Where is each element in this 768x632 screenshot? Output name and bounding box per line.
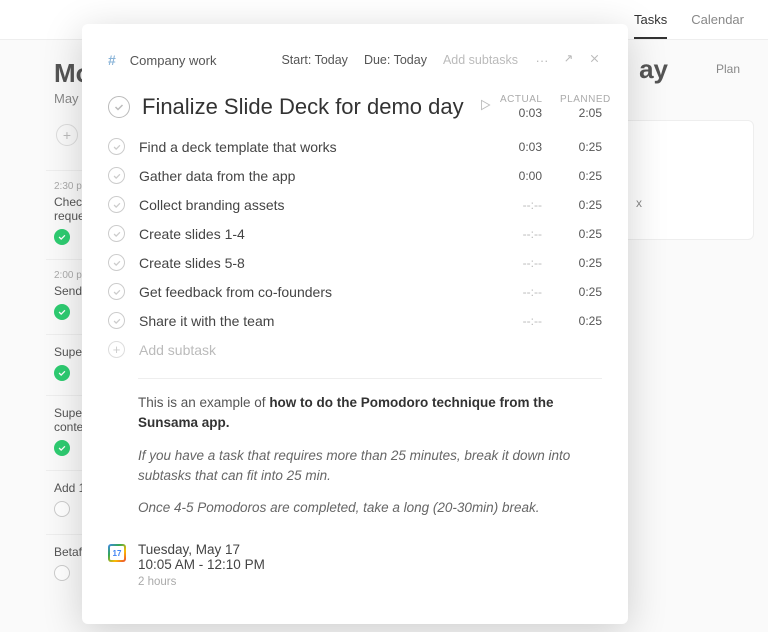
notes-line2: If you have a task that requires more th… [138,446,602,487]
nav-tasks[interactable]: Tasks [634,12,667,39]
subtask-planned: 0:25 [560,227,602,241]
hash-icon: # [108,52,116,68]
subtask-planned: 0:25 [560,314,602,328]
subtask-list: Find a deck template that works 0:03 0:2… [108,132,602,335]
subtask-planned: 0:25 [560,285,602,299]
subtask-actual: --:-- [500,285,542,299]
side-panel [619,120,754,240]
subtask-checkbox[interactable] [108,196,125,213]
bg-task-check[interactable] [54,440,70,456]
due-date[interactable]: Due: Today [364,53,427,67]
time-summary: ACTUAL 0:03 PLANNED 2:05 [500,94,602,120]
subtask-row[interactable]: Share it with the team --:-- 0:25 [108,306,602,335]
day-fragment: ay [639,54,668,85]
subtask-checkbox[interactable] [108,225,125,242]
title-row: Finalize Slide Deck for demo day ACTUAL … [108,94,602,120]
notes-line3: Once 4-5 Pomodoros are completed, take a… [138,498,602,518]
subtask-name: Gather data from the app [139,168,500,184]
subtask-name: Collect branding assets [139,197,500,213]
play-icon[interactable] [478,98,492,117]
subtask-planned: 0:25 [560,140,602,154]
actual-total: 0:03 [500,106,542,120]
subtask-name: Find a deck template that works [139,139,500,155]
planned-label: PLANNED [560,94,602,105]
subtask-actual: --:-- [500,314,542,328]
add-subtask-label: Add subtask [139,342,216,358]
subtask-planned: 0:25 [560,198,602,212]
close-icon[interactable] [586,52,602,68]
add-task-button[interactable]: + [56,124,78,146]
expand-icon[interactable] [560,52,576,68]
subtask-planned: 0:25 [560,256,602,270]
subtask-actual: 0:03 [500,140,542,154]
subtask-checkbox[interactable] [108,312,125,329]
schedule-block[interactable]: 17 Tuesday, May 17 10:05 AM - 12:10 PM 2… [108,542,602,588]
bg-task-check[interactable] [54,365,70,381]
bg-task-check[interactable] [54,501,70,517]
add-subtasks-link[interactable]: Add subtasks [443,53,518,67]
subtask-actual: --:-- [500,227,542,241]
subtask-actual: --:-- [500,256,542,270]
schedule-time: 10:05 AM - 12:10 PM [138,557,265,572]
subtask-name: Get feedback from co-founders [139,284,500,300]
bg-task-check[interactable] [54,565,70,581]
subtask-row[interactable]: Collect branding assets --:-- 0:25 [108,190,602,219]
schedule-day: Tuesday, May 17 [138,542,265,557]
subtask-row[interactable]: Find a deck template that works 0:03 0:2… [108,132,602,161]
subtask-name: Share it with the team [139,313,500,329]
add-subtask-button[interactable]: + Add subtask [108,335,602,364]
subtask-checkbox[interactable] [108,283,125,300]
plan-link[interactable]: Plan [716,62,740,76]
fragment-x: x [636,196,642,210]
subtask-actual: 0:00 [500,169,542,183]
subtask-checkbox[interactable] [108,138,125,155]
category-label[interactable]: Company work [130,53,217,68]
schedule-text: Tuesday, May 17 10:05 AM - 12:10 PM 2 ho… [138,542,265,588]
subtask-checkbox[interactable] [108,254,125,271]
subtask-row[interactable]: Create slides 1-4 --:-- 0:25 [108,219,602,248]
notes-intro-a: This is an example of [138,395,269,410]
start-date[interactable]: Start: Today [281,53,347,67]
subtask-name: Create slides 5-8 [139,255,500,271]
modal-header: # Company work Start: Today Due: Today A… [108,52,602,68]
subtask-name: Create slides 1-4 [139,226,500,242]
calendar-icon: 17 [108,544,126,562]
task-modal: # Company work Start: Today Due: Today A… [82,24,628,624]
schedule-duration: 2 hours [138,576,265,588]
bg-task-check[interactable] [54,304,70,320]
complete-checkbox[interactable] [108,96,130,118]
nav-calendar[interactable]: Calendar [691,12,744,27]
subtask-row[interactable]: Create slides 5-8 --:-- 0:25 [108,248,602,277]
bg-task-check[interactable] [54,229,70,245]
subtask-planned: 0:25 [560,169,602,183]
plus-icon: + [108,341,125,358]
actual-label: ACTUAL [500,94,542,105]
more-icon[interactable]: ··· [534,53,550,68]
subtask-checkbox[interactable] [108,167,125,184]
subtask-row[interactable]: Get feedback from co-founders --:-- 0:25 [108,277,602,306]
divider [138,378,602,379]
planned-total: 2:05 [560,106,602,120]
subtask-actual: --:-- [500,198,542,212]
task-notes[interactable]: This is an example of how to do the Pomo… [138,393,602,518]
subtask-row[interactable]: Gather data from the app 0:00 0:25 [108,161,602,190]
task-title[interactable]: Finalize Slide Deck for demo day [142,94,470,120]
